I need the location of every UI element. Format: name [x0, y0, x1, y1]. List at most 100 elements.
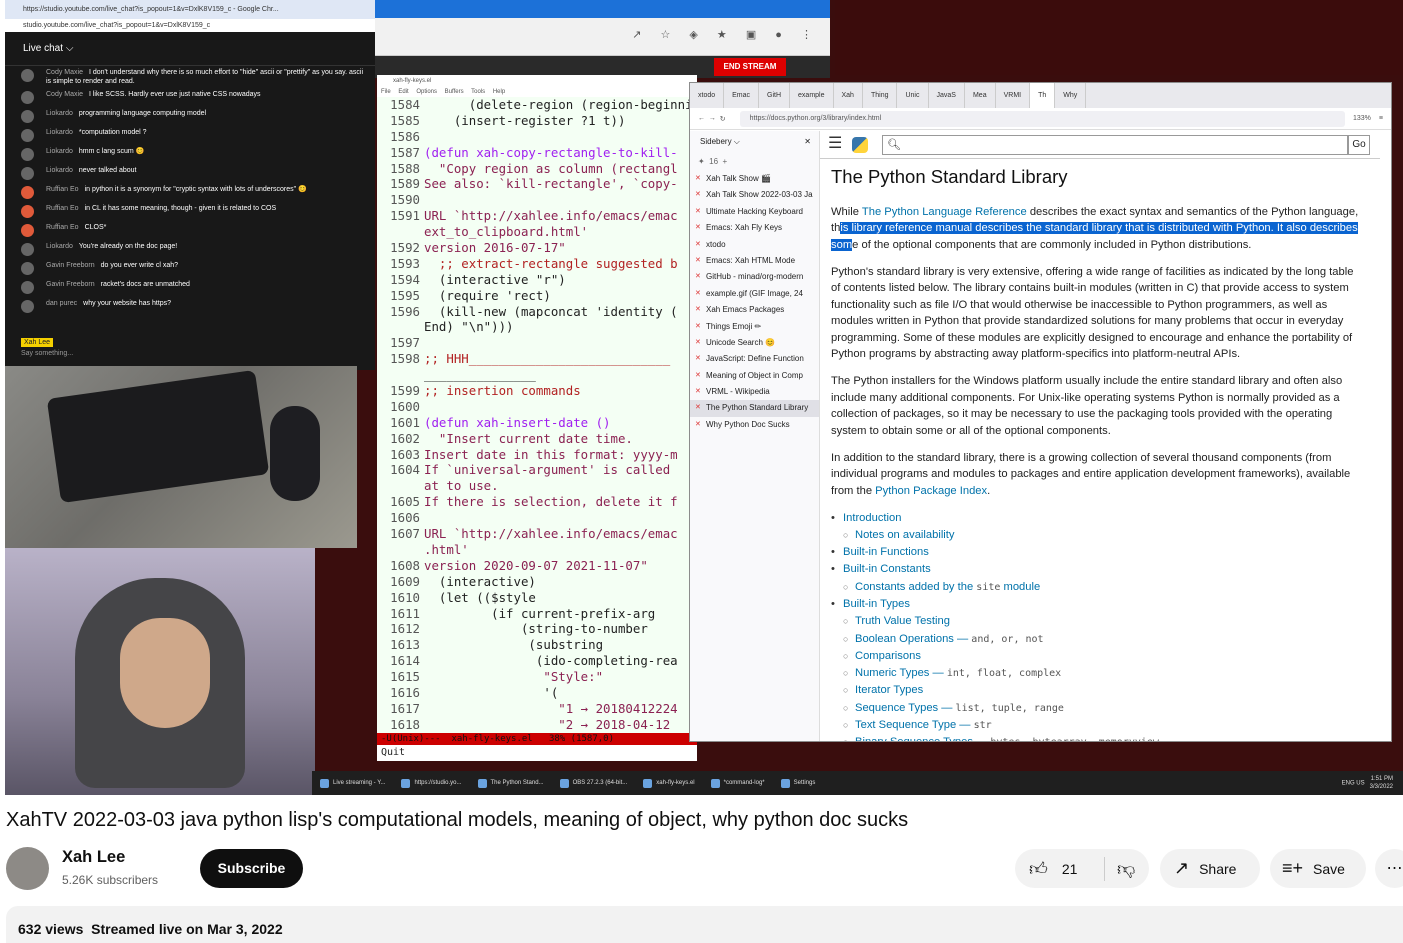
toc-item[interactable]: ○ Notes on availability: [831, 527, 1380, 544]
firefox-tab[interactable]: Thing: [863, 83, 898, 108]
avatar[interactable]: [21, 205, 34, 218]
forward-icon[interactable]: →: [709, 115, 716, 122]
toc-item[interactable]: ○ Text Sequence Type — str: [831, 717, 1380, 734]
sidebery-tab-item[interactable]: Meaning of Object in Comp: [690, 368, 819, 384]
toc-item[interactable]: ○ Iterator Types: [831, 682, 1380, 699]
avatar[interactable]: [21, 129, 34, 142]
sidebery-tab-item[interactable]: Why Python Doc Sucks: [690, 417, 819, 433]
chat-author[interactable]: Liokardo: [46, 129, 73, 136]
chat-author[interactable]: Liokardo: [46, 167, 73, 174]
toc-item[interactable]: ○ Sequence Types — list, tuple, range: [831, 700, 1380, 717]
toc-link[interactable]: Notes on availability: [855, 529, 955, 541]
dislike-button[interactable]: 👎︎: [1105, 858, 1135, 880]
sidebery-tab-item[interactable]: Emacs: Xah HTML Mode: [690, 253, 819, 269]
emacs-menubar[interactable]: File Edit Options Buffers Tools Help: [377, 87, 697, 97]
firefox-tab[interactable]: xtodo: [690, 83, 725, 108]
firefox-tab[interactable]: Unic: [897, 83, 929, 108]
chat-author[interactable]: Gavin Freeborn: [46, 262, 95, 269]
avatar[interactable]: [21, 281, 34, 294]
toc-item[interactable]: ○ Constants added by the site module: [831, 579, 1380, 596]
firefox-tab[interactable]: JavaS: [929, 83, 965, 108]
sidebery-header[interactable]: Sidebery ⌵ ✕: [690, 131, 819, 153]
chat-input[interactable]: Xah Lee Say something...: [21, 338, 361, 357]
back-icon[interactable]: ←: [698, 115, 705, 122]
taskbar-item[interactable]: https://studio.yo...: [393, 779, 469, 788]
toc-link[interactable]: Numeric Types —: [855, 667, 947, 679]
toc-link[interactable]: Iterator Types: [855, 684, 923, 696]
emacs-minibuffer[interactable]: Quit: [377, 745, 697, 761]
firefox-tab[interactable]: example: [790, 83, 834, 108]
chat-author[interactable]: Ruffian Eo: [46, 224, 79, 231]
avatar[interactable]: [21, 224, 34, 237]
avatar[interactable]: [21, 243, 34, 256]
sidebery-tab-item[interactable]: Unicode Search 😊: [690, 335, 819, 351]
toc-item[interactable]: • Built-in Constants: [831, 561, 1380, 578]
video-player[interactable]: ↗ ☆ ◈ ★ ▣ ● ⋮ END STREAM https://studio.…: [5, 0, 1403, 795]
toc-item[interactable]: • Introduction: [831, 510, 1380, 527]
chat-author[interactable]: dan purec: [46, 300, 77, 307]
chat-author[interactable]: Liokardo: [46, 148, 73, 155]
more-actions-button[interactable]: ⋯: [1375, 849, 1403, 888]
taskbar-item[interactable]: xah-fly-keys.el: [635, 779, 702, 788]
sidebery-tab-item[interactable]: Ultimate Hacking Keyboard: [690, 204, 819, 220]
sidebery-tab-item[interactable]: Xah Emacs Packages: [690, 302, 819, 318]
toc-link[interactable]: Constants added by the: [855, 581, 976, 593]
toc-link[interactable]: Built-in Types: [843, 598, 910, 610]
sidebery-tab-item[interactable]: GitHub - minad/org-modern: [690, 269, 819, 285]
channel-name[interactable]: Xah Lee: [62, 848, 125, 867]
reload-icon[interactable]: ↻: [720, 115, 726, 123]
save-button[interactable]: ≡+ Save: [1270, 849, 1366, 888]
avatar[interactable]: [21, 300, 34, 313]
doc-search-input[interactable]: 🔍︎: [882, 134, 1348, 155]
live-chat-header[interactable]: Live chat ⌵: [5, 32, 375, 66]
firefox-tab-bar[interactable]: xtodo Emac GitH example Xah Thing Unic JavaS Mea…: [690, 83, 1391, 108]
toc-link[interactable]: Boolean Operations —: [855, 633, 971, 645]
sidebery-tab-item[interactable]: Xah Talk Show 🎬: [690, 171, 819, 187]
toc-link[interactable]: Built-in Functions: [843, 546, 929, 558]
description-box[interactable]: 632 views Streamed live on Mar 3, 2022: [6, 906, 1403, 943]
chat-author[interactable]: Gavin Freeborn: [46, 281, 95, 288]
emacs-buffer[interactable]: 1584 (delete-region (region-beginni 1585 …: [377, 97, 697, 733]
sidebery-tab-item[interactable]: JavaScript: Define Function: [690, 351, 819, 367]
toc-item[interactable]: ○ Comparisons: [831, 648, 1380, 665]
toc-item[interactable]: ○ Numeric Types — int, float, complex: [831, 665, 1380, 682]
sidebery-tab-item[interactable]: example.gif (GIF Image, 24: [690, 286, 819, 302]
sidebery-controls[interactable]: ✦ 16 +: [690, 153, 819, 171]
taskbar-item[interactable]: *command-log*: [703, 779, 773, 788]
avatar[interactable]: [21, 110, 34, 123]
taskbar-item[interactable]: The Python Stand...: [470, 779, 552, 788]
end-stream-button[interactable]: END STREAM: [714, 58, 786, 76]
subscribe-button[interactable]: Subscribe: [200, 849, 303, 888]
avatar[interactable]: [21, 148, 34, 161]
hamburger-icon[interactable]: ☰: [828, 136, 852, 153]
toc-item[interactable]: ○Binary Sequence Types — bytes, bytearra…: [831, 734, 1380, 741]
toc-link[interactable]: Binary Sequence Types —: [855, 736, 990, 741]
avatar[interactable]: [21, 167, 34, 180]
sidebery-tab-item[interactable]: Emacs: Xah Fly Keys: [690, 220, 819, 236]
python-logo-icon[interactable]: [852, 136, 868, 153]
chat-address-bar[interactable]: studio.youtube.com/live_chat?is_popout=1…: [5, 19, 375, 32]
language-reference-link[interactable]: The Python Language Reference: [862, 206, 1027, 218]
toc-link[interactable]: Comparisons: [855, 650, 921, 662]
firefox-tab[interactable]: Mea: [965, 83, 996, 108]
taskbar-item[interactable]: Live streaming - Y...: [312, 779, 393, 788]
avatar[interactable]: [21, 262, 34, 275]
toc-link[interactable]: Truth Value Testing: [855, 615, 950, 627]
package-index-link[interactable]: Python Package Index: [875, 485, 987, 497]
firefox-tab[interactable]: Why: [1055, 83, 1087, 108]
chat-author[interactable]: Cody Maxie: [46, 69, 83, 76]
system-tray[interactable]: ENG US 1:51 PM 3/3/2022: [1342, 775, 1403, 791]
firefox-tab[interactable]: Emac: [724, 83, 760, 108]
chat-author[interactable]: Liokardo: [46, 110, 73, 117]
firefox-tab[interactable]: Th: [1030, 83, 1056, 108]
firefox-tab[interactable]: VRMI: [996, 83, 1031, 108]
emacs-window[interactable]: xah-fly-keys.el File Edit Options Buffer…: [377, 75, 697, 760]
firefox-tab[interactable]: GitH: [759, 83, 791, 108]
avatar[interactable]: [21, 69, 34, 82]
toc-item[interactable]: ○ Boolean Operations — and, or, not: [831, 631, 1380, 648]
close-icon[interactable]: ✕: [804, 131, 819, 153]
share-button[interactable]: ↗ Share: [1160, 849, 1260, 888]
firefox-tab[interactable]: Xah: [834, 83, 863, 108]
like-button[interactable]: 👍︎ 21: [1015, 856, 1105, 881]
toc-link[interactable]: Introduction: [843, 512, 901, 524]
